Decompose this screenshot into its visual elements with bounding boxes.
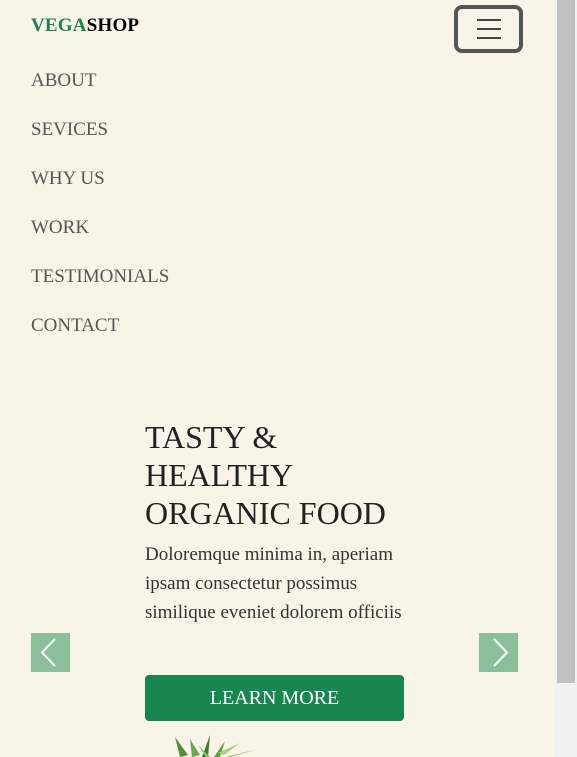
- hero-title-line3: ORGANIC FOOD: [145, 495, 386, 531]
- hamburger-icon-line: [476, 37, 501, 39]
- nav-item-contact[interactable]: CONTACT: [31, 313, 169, 362]
- learn-more-button[interactable]: LEARN MORE: [145, 675, 404, 721]
- scrollbar-thumb[interactable]: [557, 0, 575, 683]
- nav-item-about[interactable]: ABOUT: [31, 68, 169, 117]
- page: VEGASHOP ABOUT SEVICES WHY US WORK TESTI…: [0, 0, 555, 757]
- main-nav: ABOUT SEVICES WHY US WORK TESTIMONIALS C…: [31, 68, 169, 362]
- hero-title-line2: HEALTHY: [145, 457, 294, 493]
- carousel-prev-button[interactable]: [31, 633, 70, 672]
- hero-description: Doloremque minima in, aperiam ipsam cons…: [145, 544, 402, 623]
- nav-item-why-us[interactable]: WHY US: [31, 166, 169, 215]
- vertical-scrollbar[interactable]: [555, 0, 577, 757]
- hero-title: TASTY & HEALTHY ORGANIC FOOD: [145, 418, 405, 532]
- menu-toggle-button[interactable]: [454, 5, 523, 53]
- chevron-left-icon: [40, 638, 56, 667]
- hamburger-icon-line: [476, 28, 501, 30]
- brand-name-part2: SHOP: [86, 15, 140, 36]
- hero-plant-image: [175, 735, 258, 757]
- nav-item-testimonials[interactable]: TESTIMONIALS: [31, 264, 169, 313]
- brand-logo[interactable]: VEGASHOP: [31, 15, 139, 37]
- brand-name-part1: VEGA: [31, 15, 87, 36]
- chevron-right-icon: [493, 638, 509, 667]
- nav-item-services[interactable]: SEVICES: [31, 117, 169, 166]
- hero-title-line1: TASTY &: [145, 419, 278, 455]
- carousel-next-button[interactable]: [479, 633, 518, 672]
- hamburger-icon: [476, 19, 501, 21]
- nav-item-work[interactable]: WORK: [31, 215, 169, 264]
